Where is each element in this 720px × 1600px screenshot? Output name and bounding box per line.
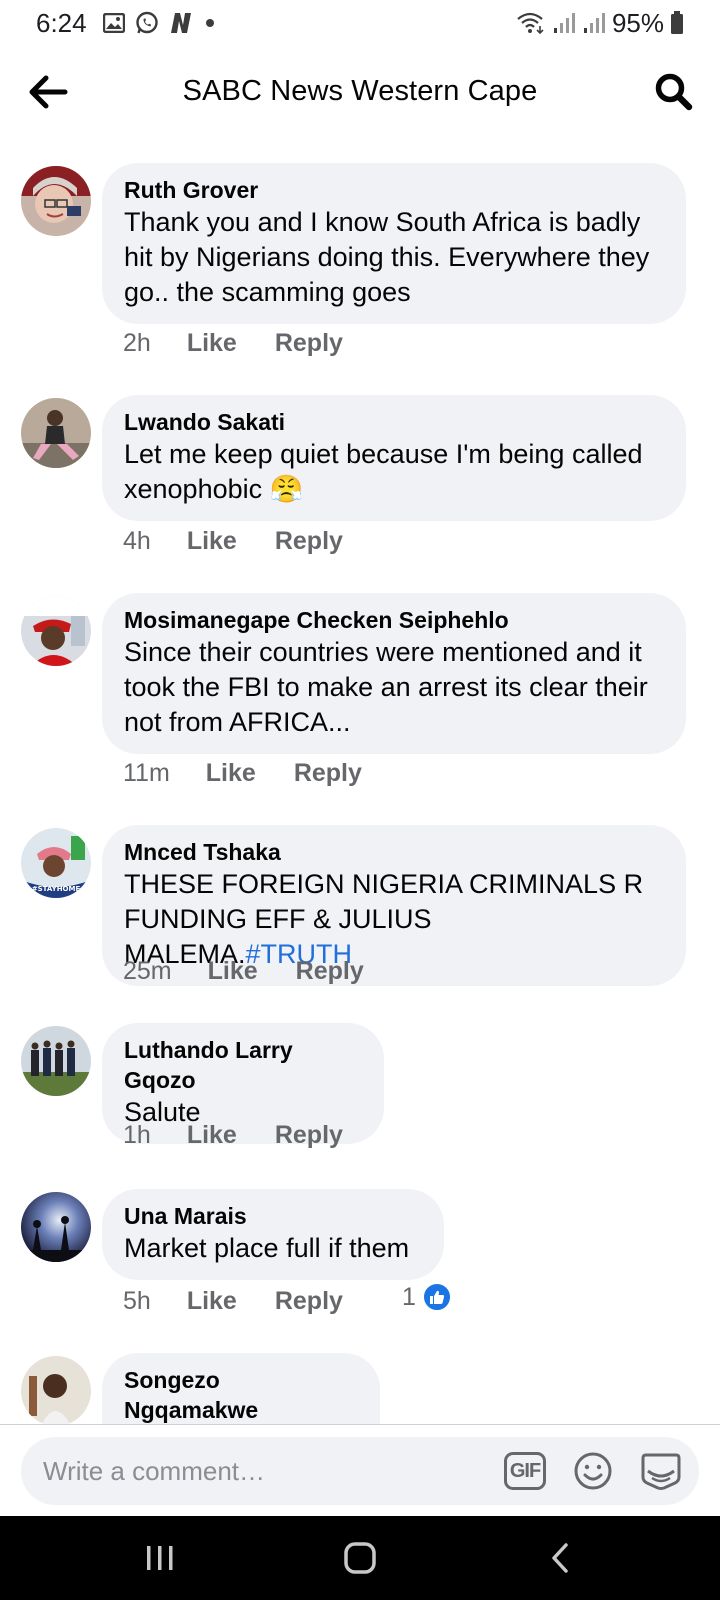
netflix-icon xyxy=(169,12,193,34)
gif-button[interactable]: GIF xyxy=(501,1447,549,1495)
status-time: 6:24 xyxy=(36,7,87,38)
like-button[interactable]: Like xyxy=(208,957,258,986)
comment-bubble[interactable]: Una Marais Market place full if them xyxy=(102,1189,444,1280)
comment-time[interactable]: 25m xyxy=(123,957,172,986)
comment-text: THESE FOREIGN NIGERIA CRIMINALS R FUNDIN… xyxy=(124,869,644,969)
whatsapp-icon xyxy=(135,11,159,35)
status-bar: 6:24 95% xyxy=(0,0,720,46)
comment-time[interactable]: 4h xyxy=(123,527,151,556)
reaction-summary[interactable]: 1 xyxy=(402,1282,452,1312)
like-button[interactable]: Like xyxy=(206,759,256,788)
like-button[interactable]: Like xyxy=(187,1287,237,1316)
status-left: 6:24 xyxy=(36,8,217,39)
thumbs-up-icon xyxy=(421,1282,452,1312)
page-title: SABC News Western Cape xyxy=(182,74,538,107)
comment-author[interactable]: Lwando Sakati xyxy=(124,407,664,437)
search-button[interactable] xyxy=(650,68,698,116)
comment-text: Thank you and I know South Africa is bad… xyxy=(124,207,650,307)
status-right: 95% xyxy=(516,8,684,39)
battery-percent: 95% xyxy=(611,7,664,38)
comment-author[interactable]: Ruth Grover xyxy=(124,175,664,205)
like-button[interactable]: Like xyxy=(187,1121,237,1150)
dot-icon xyxy=(203,16,217,30)
reply-button[interactable]: Reply xyxy=(275,1287,343,1316)
recent-apps-icon xyxy=(147,1546,173,1570)
avatar[interactable]: #STAYHOME xyxy=(21,828,91,898)
avatar[interactable] xyxy=(21,1026,91,1096)
system-nav-bar xyxy=(0,1516,720,1600)
emoji: 😤 xyxy=(269,474,304,504)
comment-author[interactable]: Una Marais xyxy=(124,1201,422,1231)
comment-author[interactable]: Mosimanegape Checken Seiphehlo xyxy=(124,605,664,635)
comment-composer: GIF xyxy=(21,1437,699,1505)
comment-author[interactable]: Songezo Ngqamakwe xyxy=(124,1365,358,1424)
comment-input[interactable] xyxy=(43,1455,481,1487)
recent-apps-button[interactable] xyxy=(130,1528,190,1588)
avatar[interactable] xyxy=(21,398,91,468)
comment-bubble[interactable]: Lwando Sakati Let me keep quiet because … xyxy=(102,395,686,521)
home-button[interactable] xyxy=(330,1528,390,1588)
avatar[interactable] xyxy=(21,1192,91,1262)
comment-time[interactable]: 5h xyxy=(123,1287,151,1316)
comment-time[interactable]: 1h xyxy=(123,1121,151,1150)
reply-button[interactable]: Reply xyxy=(275,329,343,358)
like-button[interactable]: Like xyxy=(187,527,237,556)
reply-button[interactable]: Reply xyxy=(275,1121,343,1150)
comment-actions: 25m Like Reply xyxy=(123,957,402,986)
home-icon xyxy=(344,1542,376,1574)
arrow-left-icon xyxy=(29,75,68,109)
reaction-count: 1 xyxy=(402,1282,416,1311)
comment-time[interactable]: 11m xyxy=(123,759,170,788)
comment-author[interactable]: Luthando Larry Gqozo xyxy=(124,1035,362,1095)
comment-text: Market place full if them xyxy=(124,1233,410,1263)
avatar[interactable] xyxy=(21,166,91,236)
sticker-button[interactable] xyxy=(637,1447,685,1495)
comment-text: Let me keep quiet because I'm being call… xyxy=(124,439,643,504)
signal-icon xyxy=(582,12,606,34)
screen: 6:24 95% SABC News Western Cape Ruth Gro… xyxy=(0,0,720,1600)
back-button[interactable] xyxy=(24,70,72,114)
comment-actions: 2h Like Reply xyxy=(123,329,381,358)
smiley-icon xyxy=(574,1452,612,1490)
composer-bar: GIF xyxy=(0,1424,720,1516)
avatar[interactable] xyxy=(21,596,91,666)
back-nav-button[interactable] xyxy=(530,1528,590,1588)
reply-button[interactable]: Reply xyxy=(294,759,362,788)
battery-icon xyxy=(670,11,684,35)
comment-actions: 5h Like Reply xyxy=(123,1287,381,1316)
avatar[interactable] xyxy=(21,1356,91,1424)
comment-bubble[interactable]: Songezo Ngqamakwe xyxy=(102,1353,380,1424)
gallery-icon xyxy=(102,13,125,33)
comments-feed[interactable]: Ruth Grover Thank you and I know South A… xyxy=(0,136,720,1424)
comment-text-wrap: Let me keep quiet because I'm being call… xyxy=(124,437,664,507)
search-icon xyxy=(655,73,693,111)
signal-icon xyxy=(552,12,576,34)
back-icon xyxy=(552,1543,568,1573)
comment-text: Since their countries were mentioned and… xyxy=(124,637,648,737)
app-header: SABC News Western Cape xyxy=(0,46,720,136)
sticker-icon xyxy=(641,1453,681,1490)
comment-time[interactable]: 2h xyxy=(123,329,151,358)
comment-actions: 11m Like Reply xyxy=(123,759,400,788)
gif-icon: GIF xyxy=(504,1452,546,1490)
comment-actions: 4h Like Reply xyxy=(123,527,381,556)
reply-button[interactable]: Reply xyxy=(296,957,364,986)
comment-bubble[interactable]: Ruth Grover Thank you and I know South A… xyxy=(102,163,686,324)
like-button[interactable]: Like xyxy=(187,329,237,358)
reply-button[interactable]: Reply xyxy=(275,527,343,556)
stayhome-badge: #STAYHOME xyxy=(32,885,81,893)
comment-bubble[interactable]: Mosimanegape Checken Seiphehlo Since the… xyxy=(102,593,686,754)
emoji-button[interactable] xyxy=(569,1447,617,1495)
comment-actions: 1h Like Reply xyxy=(123,1121,381,1150)
wifi-icon xyxy=(516,12,546,34)
comment-author[interactable]: Mnced Tshaka xyxy=(124,837,664,867)
